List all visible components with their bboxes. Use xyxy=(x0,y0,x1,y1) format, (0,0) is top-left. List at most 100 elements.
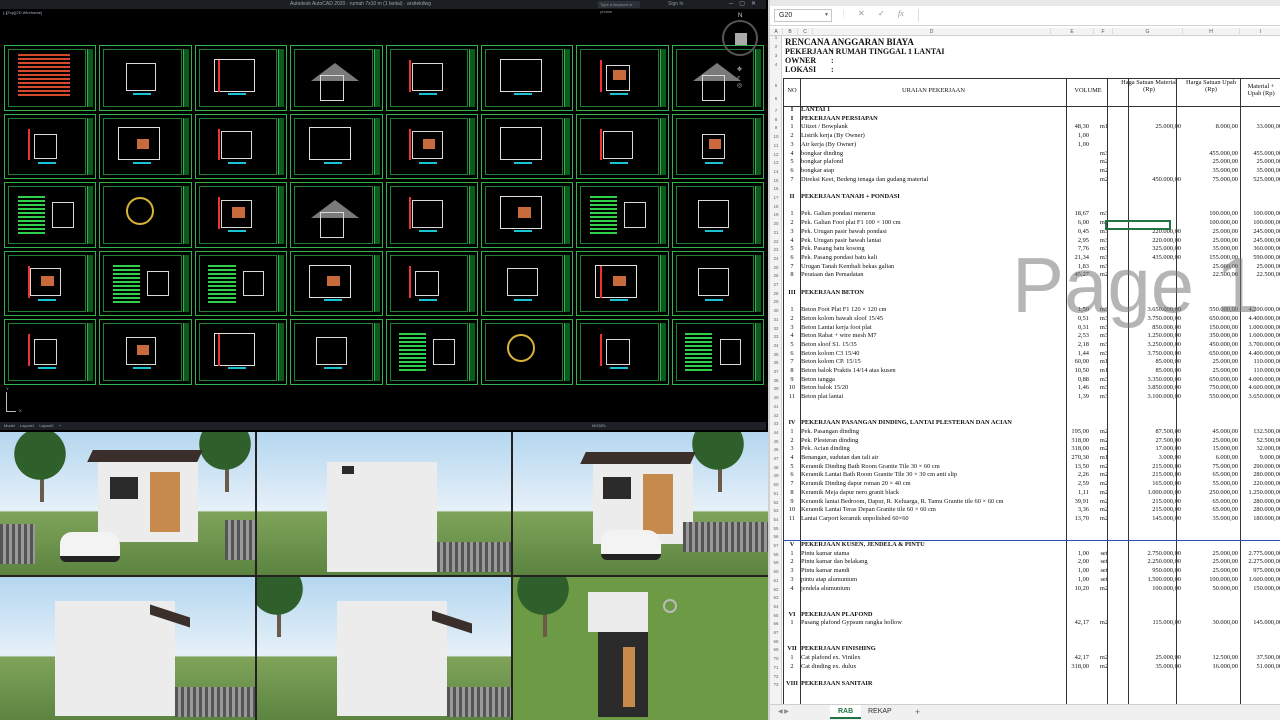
cell-ur[interactable]: PEKERJAAN BETON xyxy=(801,289,1066,298)
cell-mat[interactable]: 1.000.000,00 xyxy=(1113,489,1183,498)
table-row[interactable]: 6 Beton kolom C3 15/40 1,44 m3 3.750.000,00 6… xyxy=(783,349,1280,359)
row-number[interactable]: 14 xyxy=(770,169,782,174)
row-number[interactable]: 45 xyxy=(770,439,782,444)
cell-vol[interactable]: 60,00 xyxy=(1051,358,1089,367)
drawing-sheet[interactable] xyxy=(290,45,383,111)
cell-ur[interactable]: Pek. Urugan pasir bawah pondasi xyxy=(801,228,1066,237)
row-number[interactable]: 71 xyxy=(770,665,782,670)
cell-no[interactable]: 1 xyxy=(785,619,799,628)
cell-ur[interactable]: Cat dinding ex. dulux xyxy=(801,663,1066,672)
cell-sat[interactable]: m2 xyxy=(1094,471,1114,480)
drawing-sheet[interactable] xyxy=(99,319,192,385)
cell-mat[interactable]: 25.000,00 xyxy=(1113,123,1183,132)
cell-no[interactable]: 11 xyxy=(785,515,799,524)
cell-up[interactable]: 35.000,00 xyxy=(1183,167,1240,176)
cell-ur[interactable]: Pintu kamar mandi xyxy=(801,567,1066,576)
drawing-sheet[interactable] xyxy=(4,182,97,248)
column-header-b[interactable]: B xyxy=(783,28,798,36)
row-number[interactable]: 48 xyxy=(770,465,782,470)
row-number[interactable]: 51 xyxy=(770,491,782,496)
table-row[interactable]: V PEKERJAAN KUSEN, JENDELA & PINTU xyxy=(783,541,1280,550)
table-row[interactable]: 10 Keramik Lantai Teras Depan Granite til… xyxy=(783,506,1280,515)
insert-function-icon[interactable]: fx xyxy=(898,9,904,18)
cell-tot[interactable]: 32.000,00 xyxy=(1240,445,1280,454)
cell-mat[interactable]: 17.000,00 xyxy=(1113,445,1183,454)
table-row[interactable]: 9 Keramik lantai Bedroom, Dapur, R. Kelua… xyxy=(783,497,1280,507)
table-row[interactable]: 6 Pek. Pasang pondasi batu kali 21,34 m3 435… xyxy=(783,253,1280,263)
table-row[interactable]: 11 Beton plat lantai 1,39 m3 3.100.000,00 550… xyxy=(783,393,1280,402)
table-row[interactable]: 2Listrik kerja (By Owner)1,00 - xyxy=(783,132,1280,141)
row-number[interactable]: 26 xyxy=(770,273,782,278)
cell-mat[interactable]: 100.000,00 xyxy=(1113,585,1183,594)
table-row[interactable] xyxy=(783,184,1280,193)
cell-ur[interactable]: Beton Rabat + wire mesh M7 xyxy=(801,332,1066,341)
column-header-e[interactable]: E xyxy=(1051,28,1094,36)
cell-no[interactable]: 7 xyxy=(785,263,799,272)
cell-mat[interactable]: 1.500.000,00 xyxy=(1113,576,1183,585)
cell-vol[interactable]: 0,45 xyxy=(1051,227,1089,237)
cell-up[interactable]: 8.000,00 xyxy=(1183,123,1240,132)
row-number[interactable]: 20 xyxy=(770,221,782,226)
cell-tot[interactable]: 4.200.000,00 xyxy=(1240,306,1280,315)
cell-no[interactable]: 1 xyxy=(785,428,799,437)
cell-no[interactable]: 10 xyxy=(785,384,799,393)
cell-tot[interactable]: 33.000,00 xyxy=(1240,123,1280,132)
drawing-sheet[interactable] xyxy=(671,45,764,111)
cell-mat[interactable]: 115.000,00 xyxy=(1113,619,1183,628)
cell-tot[interactable]: 3.650.000,00 xyxy=(1240,393,1280,402)
viewcube-compass[interactable]: N xyxy=(722,13,758,56)
drawing-sheet[interactable] xyxy=(480,250,574,317)
drawing-sheet[interactable] xyxy=(4,113,97,180)
row-number[interactable]: 53 xyxy=(770,508,782,513)
cell-tot[interactable]: 2.775.000,00 xyxy=(1240,550,1280,559)
cell-up[interactable]: 75.000,00 xyxy=(1183,463,1240,472)
table-row[interactable]: 1 Pintu kamar utama 1,00 set 2.750.000,00 25.… xyxy=(783,549,1280,559)
table-row[interactable]: 2 Beton kolom bawah sloof 15/45 0,51 m3 3.75… xyxy=(783,314,1280,324)
table-row[interactable]: 7 Beton kolom CP. 15/15 60,00 m1 85.000,00 25… xyxy=(783,358,1280,367)
cell-sat[interactable]: m3 xyxy=(1094,376,1114,385)
table-row[interactable]: I LANTAI 1 xyxy=(783,106,1280,115)
row-number[interactable]: 36 xyxy=(770,360,782,365)
cell-ur[interactable]: PEKERJAAN PASANGAN DINDING, LANTAI PLEST… xyxy=(801,419,1066,428)
cell-up[interactable]: 25.000,00 xyxy=(1183,228,1240,237)
cell-no[interactable]: 7 xyxy=(785,176,799,185)
table-row[interactable]: I PEKERJAAN PERSIAPAN xyxy=(783,115,1280,124)
cell-up[interactable]: 50.000,00 xyxy=(1183,585,1240,594)
add-sheet-button[interactable]: + xyxy=(915,707,920,717)
cell-tot[interactable]: 525.000,00 xyxy=(1240,176,1280,185)
cell-mat[interactable]: 325.000,00 xyxy=(1113,245,1183,254)
drawing-sheet[interactable] xyxy=(480,182,574,248)
table-row[interactable]: 10 Beton balok 15/20 1,46 m3 3.850.000,00 750… xyxy=(783,384,1280,394)
cell-ur[interactable]: Listrik kerja (By Owner) xyxy=(801,132,1066,141)
row-number[interactable]: 22 xyxy=(770,239,782,244)
cell-up[interactable]: 45.000,00 xyxy=(1183,428,1240,437)
drawing-sheet[interactable] xyxy=(576,319,669,385)
row-number[interactable]: 21 xyxy=(770,230,782,235)
table-row[interactable]: 4 Pek. Urugan pasir bawah lantai 2,95 m3 220… xyxy=(783,236,1280,246)
column-header-i[interactable]: I xyxy=(1240,28,1280,36)
drawing-sheet[interactable] xyxy=(576,45,669,111)
cell-no[interactable]: 3 xyxy=(785,576,799,585)
table-row[interactable]: VI PEKERJAAN PLAFOND xyxy=(783,611,1280,620)
cell-vol[interactable]: 2,00 xyxy=(1051,558,1089,568)
cell-mat[interactable]: 215.000,00 xyxy=(1113,498,1183,507)
cell-ur[interactable]: Beton kolom C3 15/40 xyxy=(801,350,1066,359)
cell-mat[interactable]: 35.000,00 xyxy=(1113,663,1183,672)
cell-up[interactable]: 65.000,00 xyxy=(1183,471,1240,480)
row-number[interactable]: 44 xyxy=(770,430,782,435)
drawing-sheet[interactable] xyxy=(194,182,288,248)
cell-vol[interactable]: 10,50 xyxy=(1051,367,1089,376)
table-row[interactable]: 8 Keramik Meja dapur nero granit black 1,1… xyxy=(783,488,1280,498)
table-row[interactable]: 2 Pintu kamar dan belakang 2,00 set 2.250.00… xyxy=(783,558,1280,568)
column-header-h[interactable]: H xyxy=(1183,28,1240,36)
cell-vol[interactable]: 1,00 xyxy=(1051,575,1089,585)
cell-tot[interactable]: 3.700.000,00 xyxy=(1240,341,1280,350)
cell-mat[interactable]: 215.000,00 xyxy=(1113,471,1183,480)
cell-sat[interactable]: m3 xyxy=(1094,263,1114,272)
drawing-sheet[interactable] xyxy=(194,250,288,317)
row-number[interactable]: 49 xyxy=(770,473,782,478)
cell-tot[interactable]: 1.600.000,00 xyxy=(1240,332,1280,341)
cell-mat[interactable]: 3.250.000,00 xyxy=(1113,341,1183,350)
cell-vol[interactable]: 318,00 xyxy=(1051,445,1089,454)
row-number[interactable]: 32 xyxy=(770,326,782,331)
